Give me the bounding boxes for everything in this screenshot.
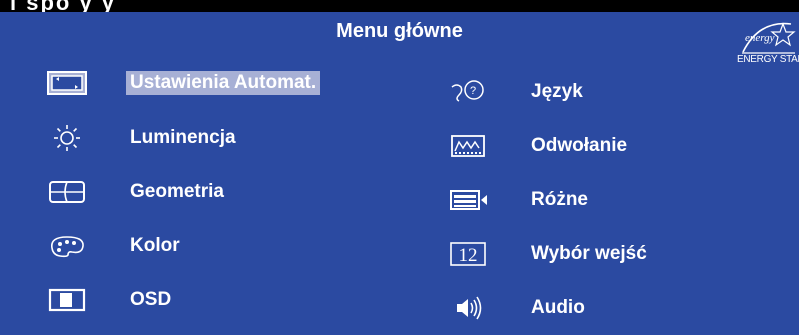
menu-item-misc[interactable]: Różne	[445, 182, 775, 218]
top-cropped-strip: i spo y y	[0, 0, 799, 12]
color-palette-icon	[44, 232, 90, 260]
menu-item-label: Kolor	[130, 235, 180, 256]
menu-item-label: Luminencja	[130, 127, 236, 148]
menu-item-label: Różne	[531, 189, 588, 210]
menu-item-label: Wybór wejść	[531, 243, 647, 264]
osd-icon	[44, 286, 90, 314]
menu-item-label: Ustawienia Automat.	[126, 71, 321, 95]
menu-item-label: Odwołanie	[531, 135, 628, 156]
menu-item-geometry[interactable]: Geometria	[44, 174, 404, 210]
cropped-text: i spo y y	[10, 0, 116, 12]
menu-item-recall[interactable]: Odwołanie	[445, 128, 775, 164]
menu-item-audio[interactable]: Audio	[445, 290, 775, 326]
geometry-icon	[44, 178, 90, 206]
svg-text:?: ?	[470, 85, 476, 97]
menu-item-osd[interactable]: OSD	[44, 282, 404, 318]
menu-item-label: OSD	[130, 289, 172, 310]
menu-item-label: Język	[531, 81, 583, 102]
menu-item-color[interactable]: Kolor	[44, 228, 404, 264]
audio-icon	[445, 294, 491, 322]
menu-item-brightness[interactable]: Luminencja	[44, 120, 404, 156]
energy-script-text: energy	[745, 32, 775, 44]
energy-star-logo: energy ENERGY STAR	[737, 16, 799, 72]
menu-item-language[interactable]: ? Język	[445, 74, 775, 110]
menu-item-auto-adjust[interactable]: Ustawienia Automat.	[44, 65, 404, 101]
auto-adjust-icon	[44, 69, 90, 97]
menu-item-label: Audio	[531, 297, 585, 318]
energy-star-icon: energy	[742, 22, 796, 54]
menu-item-label: Geometria	[130, 181, 224, 202]
recall-icon	[445, 132, 491, 160]
input-select-icon: 12	[445, 240, 491, 268]
misc-icon	[445, 186, 491, 214]
menu-title: Menu główne	[336, 20, 463, 42]
brightness-icon	[44, 124, 90, 152]
osd-main-menu: Menu główne energy ENERGY STAR Ustawieni…	[0, 12, 799, 335]
energy-star-label: ENERGY STAR	[737, 54, 799, 65]
menu-item-input-select[interactable]: 12 Wybór wejść	[445, 236, 775, 272]
language-icon: ?	[445, 78, 491, 106]
input-select-icon-text: 12	[459, 245, 478, 266]
